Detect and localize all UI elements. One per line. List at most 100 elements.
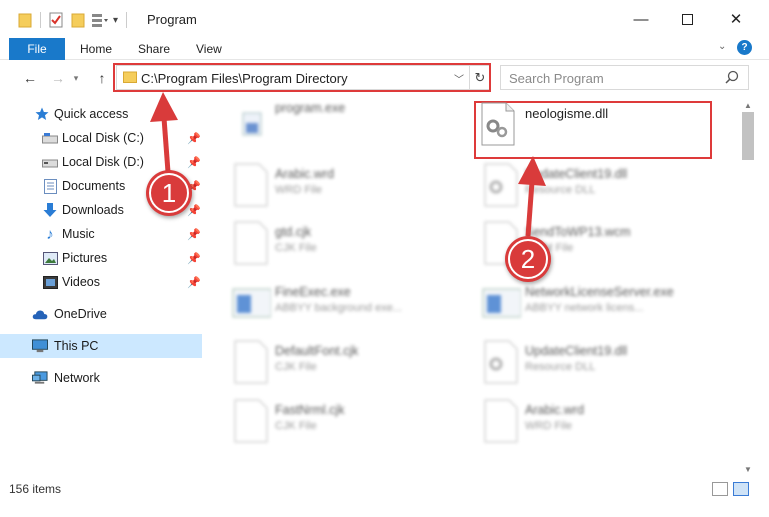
drive-icon	[42, 130, 58, 146]
file-item[interactable]: UpdateClient19.dll Resource DLL	[459, 334, 699, 388]
address-bar[interactable]: C:\Program Files\Program Directory ﹀ ↻	[116, 65, 490, 90]
customize-toolbar-icon[interactable]	[91, 12, 109, 28]
file-item[interactable]: FastNrml.cjk CJK File	[209, 393, 449, 447]
file-type: Resource DLL	[525, 184, 596, 196]
sidebar-item-pictures[interactable]: Pictures 📌	[0, 246, 203, 270]
item-count: 156 items	[9, 482, 62, 496]
file-name: SendToWP13.wcm	[525, 225, 631, 239]
sidebar-item-label: Downloads	[62, 203, 124, 217]
sidebar-item-local-disk-c[interactable]: Local Disk (C:) 📌	[0, 126, 203, 150]
folder-icon	[123, 71, 137, 83]
search-input[interactable]	[509, 70, 709, 86]
sidebar-item-music[interactable]: ♪ Music 📌	[0, 222, 203, 246]
scrollbar-thumb[interactable]	[742, 112, 754, 160]
file-item[interactable]: DefaultFont.cjk CJK File	[209, 334, 449, 388]
maximize-icon	[681, 13, 693, 25]
computer-icon	[32, 338, 48, 354]
file-item[interactable]: Arabic.wrd WRD File	[459, 393, 699, 447]
status-bar: 156 items	[0, 478, 769, 500]
sidebar-item-quick-access[interactable]: Quick access	[0, 102, 203, 126]
maximize-button[interactable]	[664, 0, 710, 38]
folder-icon[interactable]	[18, 12, 32, 28]
details-view-icon[interactable]	[712, 482, 728, 496]
navigation-bar: ← → ▾ ↑ C:\Program Files\Program Directo…	[0, 60, 769, 96]
file-icon	[484, 399, 518, 443]
arrow-up-icon: ↑	[98, 70, 106, 86]
sidebar-item-label: Videos	[62, 275, 100, 289]
recent-locations-button[interactable]: ▾	[70, 68, 82, 88]
search-icon[interactable]	[723, 69, 741, 87]
minimize-button[interactable]: —	[618, 0, 664, 38]
close-button[interactable]: ✕	[713, 0, 759, 38]
file-item[interactable]: UpdateClient19.dll Resource DLL	[459, 157, 699, 211]
file-item[interactable]: NetworkLicenseServer.exe ABBYY network l…	[459, 275, 699, 329]
refresh-button[interactable]: ↻	[469, 66, 490, 89]
file-item-neologisme-dll[interactable]: neologisme.dll	[476, 98, 716, 152]
pictures-icon	[42, 250, 58, 266]
tab-view[interactable]: View	[196, 42, 222, 56]
file-type: CJK File	[275, 242, 317, 254]
search-box[interactable]	[500, 65, 749, 90]
file-name: FineExec.exe	[275, 285, 351, 299]
app-window-icon	[482, 288, 521, 318]
sidebar-item-label: OneDrive	[54, 307, 107, 321]
sidebar-item-label: Documents	[62, 179, 126, 193]
pin-icon[interactable]: 📌	[187, 276, 201, 289]
dll-gear-icon	[484, 340, 518, 384]
pin-icon[interactable]: 📌	[187, 156, 201, 169]
pin-icon[interactable]: 📌	[187, 252, 201, 265]
cloud-icon	[32, 306, 48, 322]
file-item[interactable]: FineExec.exe ABBYY background exe...	[209, 275, 449, 329]
sidebar-item-network[interactable]: Network	[0, 366, 203, 390]
expand-ribbon-icon[interactable]: ⌄	[718, 41, 726, 52]
file-item[interactable]: Arabic.wrd WRD File	[209, 157, 449, 211]
videos-icon	[42, 274, 58, 290]
file-item[interactable]: SendToWP13.wcm WCM File	[459, 215, 699, 269]
forward-button[interactable]: →	[48, 68, 68, 88]
file-item[interactable]: gtd.cjk CJK File	[209, 215, 449, 269]
file-name: FastNrml.cjk	[275, 403, 345, 417]
refresh-icon: ↻	[474, 69, 486, 85]
file-icon	[234, 163, 268, 207]
sidebar-item-label: Network	[54, 371, 100, 385]
file-name: Arabic.wrd	[275, 167, 335, 181]
file-type: WRD File	[525, 420, 573, 432]
arrow-right-icon: →	[51, 70, 65, 86]
file-item-program-exe[interactable]: program.exe	[209, 97, 449, 151]
chevron-down-icon[interactable]: ▾	[113, 15, 118, 26]
new-folder-icon[interactable]	[71, 12, 85, 28]
sidebar-item-videos[interactable]: Videos 📌	[0, 270, 203, 294]
file-list: program.exe neologisme.dll Arabic.wrd WR…	[209, 97, 737, 477]
pin-icon[interactable]: 📌	[187, 132, 201, 145]
divider	[40, 12, 41, 28]
address-path: C:\Program Files\Program Directory	[141, 71, 348, 86]
minimize-icon: —	[633, 10, 649, 28]
sidebar-item-label: Local Disk (D:)	[62, 155, 144, 169]
download-icon	[42, 202, 58, 218]
file-name: NetworkLicenseServer.exe	[525, 285, 674, 299]
pin-icon[interactable]: 📌	[187, 204, 201, 217]
properties-icon[interactable]	[49, 12, 63, 28]
scroll-down-icon[interactable]: ▼	[740, 461, 756, 477]
sidebar-item-label: Pictures	[62, 251, 108, 265]
sidebar-item-label: This PC	[54, 339, 99, 353]
scroll-up-icon[interactable]: ▲	[740, 97, 756, 113]
title-bar: ▾ Program — ✕	[0, 0, 769, 38]
address-dropdown-icon[interactable]: ﹀	[451, 69, 467, 87]
tab-home[interactable]: Home	[80, 42, 112, 56]
back-button[interactable]: ←	[20, 68, 40, 88]
large-icons-view-icon[interactable]	[733, 482, 749, 496]
quick-access-toolbar: ▾	[18, 10, 135, 30]
pin-icon[interactable]: 📌	[187, 228, 201, 241]
vertical-scrollbar[interactable]: ▲ ▼	[740, 97, 756, 477]
sidebar-item-onedrive[interactable]: OneDrive	[0, 302, 203, 326]
tab-share[interactable]: Share	[138, 42, 170, 56]
up-button[interactable]: ↑	[92, 68, 112, 88]
file-name: program.exe	[275, 101, 346, 115]
tab-file[interactable]: File	[9, 38, 65, 60]
star-icon	[34, 106, 50, 122]
window-title: Program	[147, 12, 197, 27]
help-icon[interactable]: ?	[737, 40, 752, 55]
sidebar-item-this-pc[interactable]: This PC	[0, 334, 202, 358]
file-icon	[234, 221, 268, 265]
